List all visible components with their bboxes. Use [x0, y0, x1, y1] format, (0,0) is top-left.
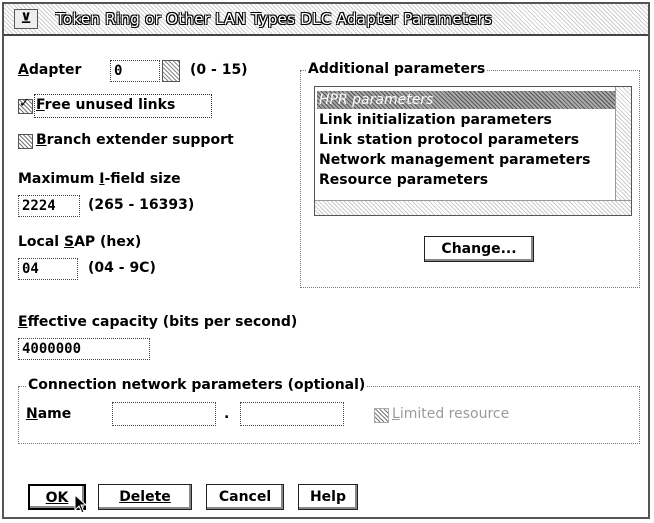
window-title: Token Ring or Other LAN Types DLC Adapte…: [56, 10, 493, 28]
free-unused-links-checkbox[interactable]: [18, 96, 33, 114]
name-separator: .: [224, 406, 230, 422]
list-item-network-management[interactable]: Network management parameters: [317, 151, 617, 169]
title-bar[interactable]: ⊻ Token Ring or Other LAN Types DLC Adap…: [4, 4, 648, 36]
adapter-label: Adapter: [18, 62, 82, 78]
max-ifield-label: Maximum I-field size: [18, 171, 181, 187]
max-ifield-input[interactable]: 2224: [18, 195, 80, 217]
list-item-link-initialization[interactable]: Link initialization parameters: [317, 111, 617, 129]
effective-capacity-input[interactable]: 4000000: [18, 338, 150, 360]
horizontal-scrollbar[interactable]: [315, 200, 631, 215]
dialog-window: ⊻ Token Ring or Other LAN Types DLC Adap…: [2, 2, 650, 519]
list-item-resource-parameters[interactable]: Resource parameters: [317, 171, 617, 189]
vertical-scrollbar[interactable]: [615, 87, 631, 200]
branch-extender-checkbox[interactable]: [18, 134, 33, 149]
local-sap-range: (04 - 9C): [88, 260, 156, 276]
mouse-pointer-icon: [74, 493, 88, 518]
adapter-spin-button[interactable]: [162, 60, 180, 82]
local-sap-label: Local SAP (hex): [18, 234, 142, 250]
change-button[interactable]: Change...: [424, 236, 534, 262]
name-input-part2[interactable]: [240, 402, 344, 426]
cancel-button[interactable]: Cancel: [206, 484, 284, 510]
adapter-input[interactable]: 0: [110, 60, 160, 82]
additional-parameters-label: Additional parameters: [306, 61, 488, 77]
name-input-part1[interactable]: [112, 402, 216, 426]
adapter-range: (0 - 15): [190, 62, 248, 78]
max-ifield-range: (265 - 16393): [88, 197, 195, 213]
list-item-link-station-protocol[interactable]: Link station protocol parameters: [317, 131, 617, 149]
free-unused-links-label[interactable]: Free unused links: [36, 97, 175, 113]
local-sap-input[interactable]: 04: [18, 258, 78, 280]
delete-button[interactable]: Delete: [98, 484, 192, 510]
branch-extender-label[interactable]: Branch extender support: [36, 132, 234, 148]
effective-capacity-label: Effective capacity (bits per second): [18, 314, 298, 330]
list-item-hpr-parameters[interactable]: HPR parameters: [317, 91, 617, 109]
connection-network-label: Connection network parameters (optional): [26, 377, 368, 393]
name-label: Name: [26, 406, 72, 422]
help-button[interactable]: Help: [298, 484, 358, 510]
system-menu-icon[interactable]: ⊻: [14, 9, 38, 29]
limited-resource-checkbox[interactable]: [374, 408, 389, 423]
limited-resource-label[interactable]: Limited resource: [392, 406, 509, 422]
additional-parameters-listbox[interactable]: HPR parameters Link initialization param…: [314, 86, 632, 216]
